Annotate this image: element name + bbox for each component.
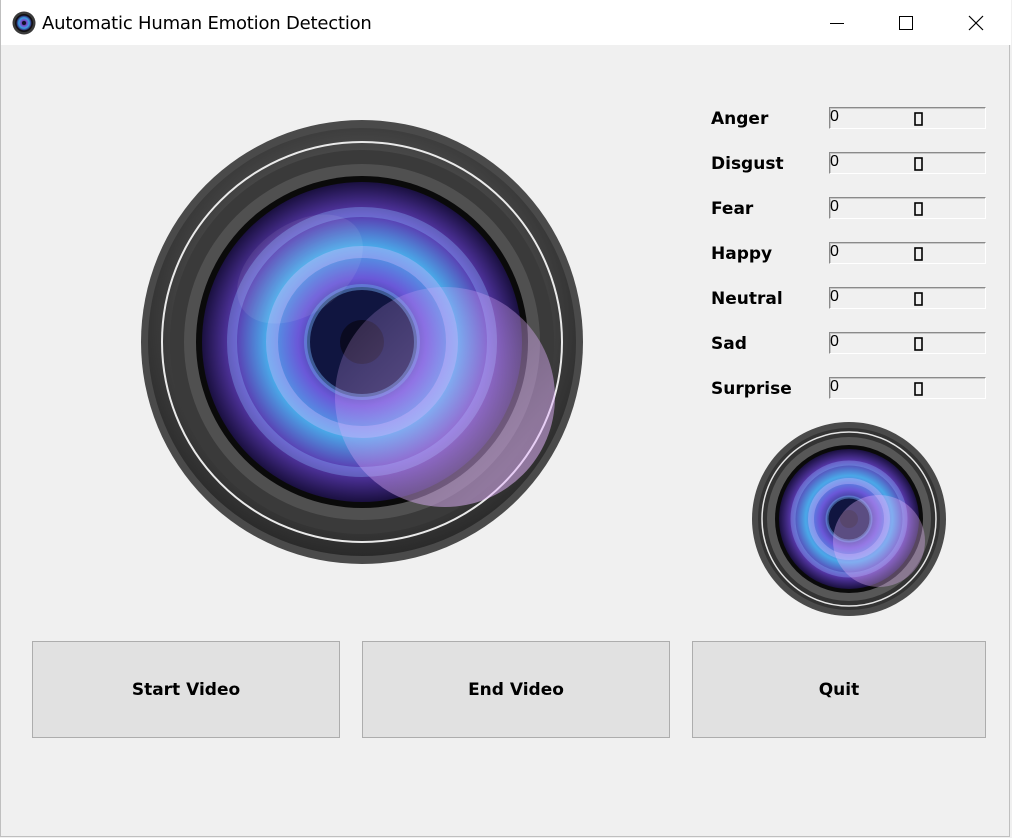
emotion-value-disgust: 0 bbox=[829, 152, 986, 174]
emotion-value-sad: 0 bbox=[829, 332, 986, 354]
title-bar[interactable]: Automatic Human Emotion Detection bbox=[1, 0, 1011, 45]
end-video-button[interactable]: End Video bbox=[362, 641, 670, 738]
emotion-value-happy: 0 bbox=[829, 242, 986, 264]
emotion-label-neutral: Neutral bbox=[711, 289, 783, 309]
emotion-label-anger: Anger bbox=[711, 109, 769, 129]
lcd-digit-icon bbox=[914, 202, 923, 216]
lcd-digit-icon bbox=[914, 247, 923, 261]
maximize-button[interactable] bbox=[871, 0, 941, 45]
window-title: Automatic Human Emotion Detection bbox=[42, 13, 372, 34]
close-button[interactable] bbox=[941, 0, 1011, 45]
emotion-value-surprise: 0 bbox=[829, 377, 986, 399]
emotion-value-neutral: 0 bbox=[829, 287, 986, 309]
lcd-digit-icon bbox=[914, 157, 923, 171]
lcd-digit-icon bbox=[914, 337, 923, 351]
start-video-button[interactable]: Start Video bbox=[32, 641, 340, 738]
emotion-value-anger: 0 bbox=[829, 107, 986, 129]
emotion-label-disgust: Disgust bbox=[711, 154, 784, 174]
emotion-display-camera-lens-icon bbox=[752, 422, 946, 616]
lcd-digit-icon bbox=[914, 112, 923, 126]
camera-lens-icon bbox=[12, 11, 36, 35]
quit-button[interactable]: Quit bbox=[692, 641, 986, 738]
video-display-camera-lens-icon bbox=[141, 120, 583, 564]
emotion-label-surprise: Surprise bbox=[711, 379, 792, 399]
emotion-label-happy: Happy bbox=[711, 244, 773, 264]
app-window: Automatic Human Emotion Detection Anger … bbox=[0, 0, 1011, 837]
minimize-icon bbox=[830, 22, 844, 24]
emotion-label-fear: Fear bbox=[711, 199, 754, 219]
lcd-digit-icon bbox=[914, 382, 923, 396]
minimize-button[interactable] bbox=[802, 0, 872, 45]
lcd-digit-icon bbox=[914, 292, 923, 306]
close-icon bbox=[968, 15, 984, 30]
emotion-value-fear: 0 bbox=[829, 197, 986, 219]
maximize-icon bbox=[899, 15, 913, 30]
emotion-label-sad: Sad bbox=[711, 334, 747, 354]
